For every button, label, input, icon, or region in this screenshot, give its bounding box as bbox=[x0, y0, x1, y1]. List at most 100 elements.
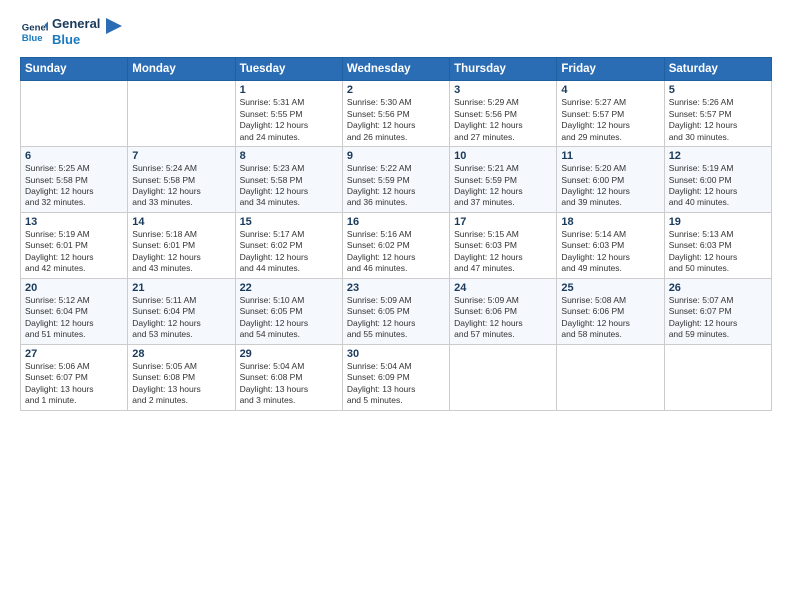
weekday-header-row: Sunday Monday Tuesday Wednesday Thursday… bbox=[21, 58, 772, 81]
day-cell-30: 29Sunrise: 5:04 AM Sunset: 6:08 PM Dayli… bbox=[235, 344, 342, 410]
logo-icon: General Blue bbox=[20, 18, 48, 46]
day-cell-7: 6Sunrise: 5:25 AM Sunset: 5:58 PM Daylig… bbox=[21, 147, 128, 213]
day-info-16: Sunrise: 5:16 AM Sunset: 6:02 PM Dayligh… bbox=[347, 229, 445, 275]
header-thursday: Thursday bbox=[450, 58, 557, 81]
day-cell-28: 27Sunrise: 5:06 AM Sunset: 6:07 PM Dayli… bbox=[21, 344, 128, 410]
day-number-2: 2 bbox=[347, 84, 445, 96]
day-cell-32 bbox=[450, 344, 557, 410]
day-number-28: 28 bbox=[132, 348, 230, 360]
logo-text-general: General bbox=[52, 16, 100, 32]
day-info-24: Sunrise: 5:09 AM Sunset: 6:06 PM Dayligh… bbox=[454, 295, 552, 341]
day-info-4: Sunrise: 5:27 AM Sunset: 5:57 PM Dayligh… bbox=[561, 97, 659, 143]
day-number-21: 21 bbox=[132, 282, 230, 294]
day-cell-22: 21Sunrise: 5:11 AM Sunset: 6:04 PM Dayli… bbox=[128, 278, 235, 344]
day-info-29: Sunrise: 5:04 AM Sunset: 6:08 PM Dayligh… bbox=[240, 361, 338, 407]
logo-arrow-icon bbox=[106, 18, 122, 38]
day-info-14: Sunrise: 5:18 AM Sunset: 6:01 PM Dayligh… bbox=[132, 229, 230, 275]
day-cell-1 bbox=[128, 81, 235, 147]
day-info-15: Sunrise: 5:17 AM Sunset: 6:02 PM Dayligh… bbox=[240, 229, 338, 275]
day-cell-9: 8Sunrise: 5:23 AM Sunset: 5:58 PM Daylig… bbox=[235, 147, 342, 213]
week-row-2: 6Sunrise: 5:25 AM Sunset: 5:58 PM Daylig… bbox=[21, 147, 772, 213]
day-info-1: Sunrise: 5:31 AM Sunset: 5:55 PM Dayligh… bbox=[240, 97, 338, 143]
day-cell-2: 1Sunrise: 5:31 AM Sunset: 5:55 PM Daylig… bbox=[235, 81, 342, 147]
day-cell-26: 25Sunrise: 5:08 AM Sunset: 6:06 PM Dayli… bbox=[557, 278, 664, 344]
day-cell-33 bbox=[557, 344, 664, 410]
day-number-26: 26 bbox=[669, 282, 767, 294]
calendar-table: Sunday Monday Tuesday Wednesday Thursday… bbox=[20, 57, 772, 410]
day-info-7: Sunrise: 5:24 AM Sunset: 5:58 PM Dayligh… bbox=[132, 163, 230, 209]
day-cell-6: 5Sunrise: 5:26 AM Sunset: 5:57 PM Daylig… bbox=[664, 81, 771, 147]
day-number-15: 15 bbox=[240, 216, 338, 228]
day-info-12: Sunrise: 5:19 AM Sunset: 6:00 PM Dayligh… bbox=[669, 163, 767, 209]
day-info-18: Sunrise: 5:14 AM Sunset: 6:03 PM Dayligh… bbox=[561, 229, 659, 275]
day-number-1: 1 bbox=[240, 84, 338, 96]
day-cell-14: 13Sunrise: 5:19 AM Sunset: 6:01 PM Dayli… bbox=[21, 212, 128, 278]
svg-text:General: General bbox=[22, 22, 48, 33]
day-info-30: Sunrise: 5:04 AM Sunset: 6:09 PM Dayligh… bbox=[347, 361, 445, 407]
week-row-1: 1Sunrise: 5:31 AM Sunset: 5:55 PM Daylig… bbox=[21, 81, 772, 147]
day-cell-34 bbox=[664, 344, 771, 410]
day-number-20: 20 bbox=[25, 282, 123, 294]
day-cell-0 bbox=[21, 81, 128, 147]
day-number-13: 13 bbox=[25, 216, 123, 228]
day-cell-16: 15Sunrise: 5:17 AM Sunset: 6:02 PM Dayli… bbox=[235, 212, 342, 278]
day-number-14: 14 bbox=[132, 216, 230, 228]
day-cell-15: 14Sunrise: 5:18 AM Sunset: 6:01 PM Dayli… bbox=[128, 212, 235, 278]
day-info-10: Sunrise: 5:21 AM Sunset: 5:59 PM Dayligh… bbox=[454, 163, 552, 209]
day-cell-17: 16Sunrise: 5:16 AM Sunset: 6:02 PM Dayli… bbox=[342, 212, 449, 278]
day-info-13: Sunrise: 5:19 AM Sunset: 6:01 PM Dayligh… bbox=[25, 229, 123, 275]
header-monday: Monday bbox=[128, 58, 235, 81]
day-number-12: 12 bbox=[669, 150, 767, 162]
header-wednesday: Wednesday bbox=[342, 58, 449, 81]
day-info-28: Sunrise: 5:05 AM Sunset: 6:08 PM Dayligh… bbox=[132, 361, 230, 407]
day-number-8: 8 bbox=[240, 150, 338, 162]
day-number-9: 9 bbox=[347, 150, 445, 162]
day-info-19: Sunrise: 5:13 AM Sunset: 6:03 PM Dayligh… bbox=[669, 229, 767, 275]
header-saturday: Saturday bbox=[664, 58, 771, 81]
day-info-26: Sunrise: 5:07 AM Sunset: 6:07 PM Dayligh… bbox=[669, 295, 767, 341]
header-friday: Friday bbox=[557, 58, 664, 81]
day-cell-24: 23Sunrise: 5:09 AM Sunset: 6:05 PM Dayli… bbox=[342, 278, 449, 344]
header-tuesday: Tuesday bbox=[235, 58, 342, 81]
day-number-29: 29 bbox=[240, 348, 338, 360]
day-cell-19: 18Sunrise: 5:14 AM Sunset: 6:03 PM Dayli… bbox=[557, 212, 664, 278]
day-cell-18: 17Sunrise: 5:15 AM Sunset: 6:03 PM Dayli… bbox=[450, 212, 557, 278]
day-number-23: 23 bbox=[347, 282, 445, 294]
day-cell-3: 2Sunrise: 5:30 AM Sunset: 5:56 PM Daylig… bbox=[342, 81, 449, 147]
day-number-7: 7 bbox=[132, 150, 230, 162]
day-info-11: Sunrise: 5:20 AM Sunset: 6:00 PM Dayligh… bbox=[561, 163, 659, 209]
week-row-5: 27Sunrise: 5:06 AM Sunset: 6:07 PM Dayli… bbox=[21, 344, 772, 410]
day-info-25: Sunrise: 5:08 AM Sunset: 6:06 PM Dayligh… bbox=[561, 295, 659, 341]
day-cell-12: 11Sunrise: 5:20 AM Sunset: 6:00 PM Dayli… bbox=[557, 147, 664, 213]
week-row-4: 20Sunrise: 5:12 AM Sunset: 6:04 PM Dayli… bbox=[21, 278, 772, 344]
day-cell-20: 19Sunrise: 5:13 AM Sunset: 6:03 PM Dayli… bbox=[664, 212, 771, 278]
day-number-11: 11 bbox=[561, 150, 659, 162]
day-number-16: 16 bbox=[347, 216, 445, 228]
day-info-27: Sunrise: 5:06 AM Sunset: 6:07 PM Dayligh… bbox=[25, 361, 123, 407]
day-number-30: 30 bbox=[347, 348, 445, 360]
logo: General Blue General Blue bbox=[20, 16, 122, 47]
day-cell-31: 30Sunrise: 5:04 AM Sunset: 6:09 PM Dayli… bbox=[342, 344, 449, 410]
day-cell-21: 20Sunrise: 5:12 AM Sunset: 6:04 PM Dayli… bbox=[21, 278, 128, 344]
day-info-2: Sunrise: 5:30 AM Sunset: 5:56 PM Dayligh… bbox=[347, 97, 445, 143]
day-info-3: Sunrise: 5:29 AM Sunset: 5:56 PM Dayligh… bbox=[454, 97, 552, 143]
day-cell-29: 28Sunrise: 5:05 AM Sunset: 6:08 PM Dayli… bbox=[128, 344, 235, 410]
day-cell-10: 9Sunrise: 5:22 AM Sunset: 5:59 PM Daylig… bbox=[342, 147, 449, 213]
day-cell-13: 12Sunrise: 5:19 AM Sunset: 6:00 PM Dayli… bbox=[664, 147, 771, 213]
day-cell-23: 22Sunrise: 5:10 AM Sunset: 6:05 PM Dayli… bbox=[235, 278, 342, 344]
day-info-8: Sunrise: 5:23 AM Sunset: 5:58 PM Dayligh… bbox=[240, 163, 338, 209]
week-row-3: 13Sunrise: 5:19 AM Sunset: 6:01 PM Dayli… bbox=[21, 212, 772, 278]
day-info-20: Sunrise: 5:12 AM Sunset: 6:04 PM Dayligh… bbox=[25, 295, 123, 341]
day-cell-5: 4Sunrise: 5:27 AM Sunset: 5:57 PM Daylig… bbox=[557, 81, 664, 147]
day-number-6: 6 bbox=[25, 150, 123, 162]
day-number-27: 27 bbox=[25, 348, 123, 360]
header-sunday: Sunday bbox=[21, 58, 128, 81]
day-info-6: Sunrise: 5:25 AM Sunset: 5:58 PM Dayligh… bbox=[25, 163, 123, 209]
day-number-17: 17 bbox=[454, 216, 552, 228]
day-number-24: 24 bbox=[454, 282, 552, 294]
day-number-25: 25 bbox=[561, 282, 659, 294]
day-cell-11: 10Sunrise: 5:21 AM Sunset: 5:59 PM Dayli… bbox=[450, 147, 557, 213]
page: General Blue General Blue Sunday Monday … bbox=[0, 0, 792, 612]
day-number-5: 5 bbox=[669, 84, 767, 96]
day-cell-25: 24Sunrise: 5:09 AM Sunset: 6:06 PM Dayli… bbox=[450, 278, 557, 344]
